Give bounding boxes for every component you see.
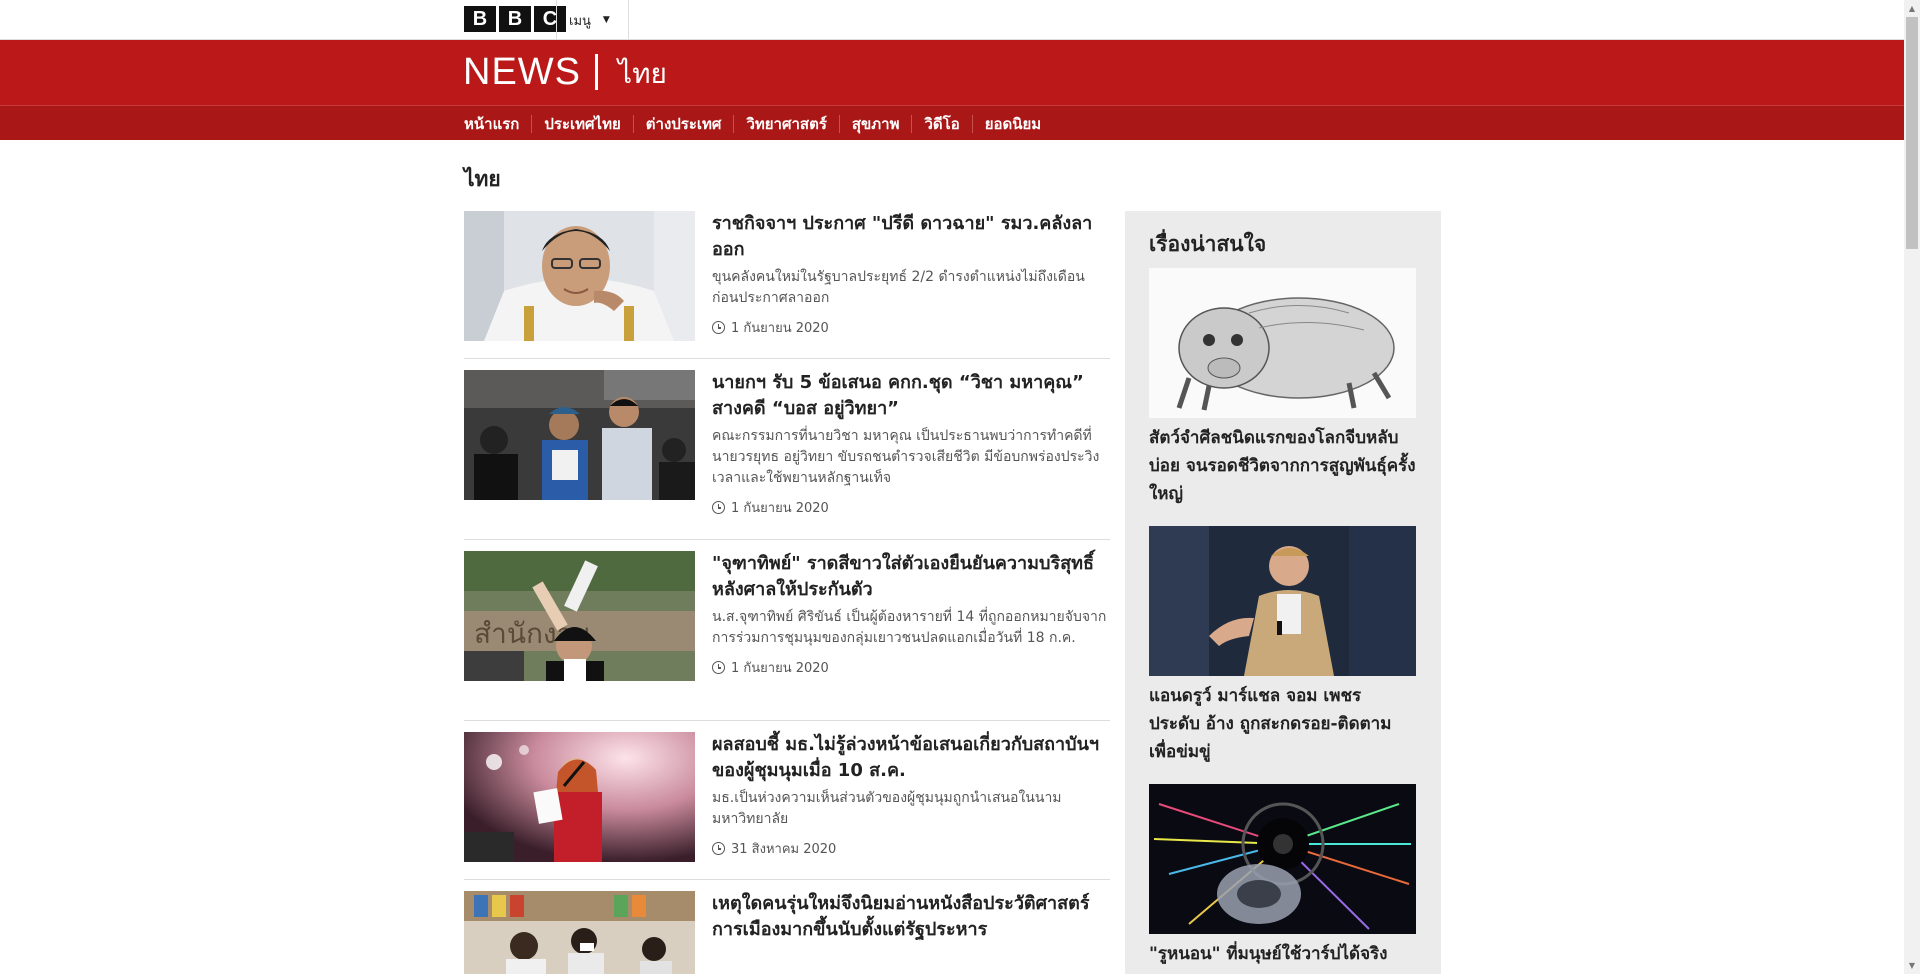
story-item: สำนักงาน "จุฑาทิพย์" ราดสีขาวใส่ตัวเองยื… xyxy=(464,551,1110,721)
scrollbar-thumb[interactable] xyxy=(1906,17,1918,249)
story-date-text: 1 กันยายน 2020 xyxy=(731,321,829,336)
nav-item-home[interactable]: หน้าแรก xyxy=(464,115,531,133)
sidebar-story[interactable]: "รูหนอน" ที่มนุษย์ใช้วาร์ปได้จริง xyxy=(1149,784,1416,968)
story-item: ผลสอบชี้ มธ.ไม่รู้ล่วงหน้าข้อเสนอเกี่ยวก… xyxy=(464,732,1110,880)
caret-down-icon: ▼ xyxy=(602,15,610,25)
clock-icon xyxy=(712,842,725,855)
story-item: เหตุใดคนรุ่นใหม่จึงนิยมอ่านหนังสือประวัต… xyxy=(464,891,1110,974)
scroll-down-arrow-icon[interactable]: ▼ xyxy=(1904,957,1920,974)
news-logo[interactable]: NEWS xyxy=(463,51,581,94)
bbc-logo-letter: B xyxy=(499,6,531,32)
nav-item-world[interactable]: ต่างประเทศ xyxy=(632,114,734,133)
nav-item-thailand[interactable]: ประเทศไทย xyxy=(531,114,632,133)
clock-icon xyxy=(712,501,725,514)
story-headline[interactable]: ผลสอบชี้ มธ.ไม่รู้ล่วงหน้าข้อเสนอเกี่ยวก… xyxy=(712,732,1110,784)
bbc-top-bar: B B C เมนู ▼ xyxy=(0,0,1904,40)
story-summary: ขุนคลังคนใหม่ในรัฐบาลประยุทธ์ 2/2 ดำรงตำ… xyxy=(712,269,1085,306)
nav-item-popular[interactable]: ยอดนิยม xyxy=(971,114,1053,133)
bbc-logo-letter: B xyxy=(464,6,496,32)
sidebar-story[interactable]: สัตว์จำศีลชนิดแรกของโลกจีบหลับบ่อย จนรอด… xyxy=(1149,268,1416,508)
story-item: ราชกิจจาฯ ประกาศ "ปรีดี ดาวฉาย" รมว.คลัง… xyxy=(464,211,1110,359)
story-thumbnail[interactable] xyxy=(464,891,695,974)
story-summary: มธ.เป็นห่วงความเห็นส่วนตัวของผู้ชุมนุมถู… xyxy=(712,790,1062,827)
story-date: 1 กันยายน 2020 xyxy=(712,657,1110,678)
sidebar-story[interactable]: แอนดรูว์ มาร์แชล จอม เพชร ประดับ อ้าง ถู… xyxy=(1149,526,1416,766)
menu-label: เมนู xyxy=(569,13,591,29)
sidebar-story-image xyxy=(1149,268,1416,418)
sidebar-story-image xyxy=(1149,784,1416,934)
nav-item-video[interactable]: วิดีโอ xyxy=(911,114,971,133)
language-name[interactable]: ไทย xyxy=(618,52,667,96)
bbc-logo[interactable]: B B C xyxy=(464,6,566,32)
sidebar-story-headline: สัตว์จำศีลชนิดแรกของโลกจีบหลับบ่อย จนรอด… xyxy=(1149,428,1416,504)
story-item: นายกฯ รับ 5 ข้อเสนอ คกก.ชุด “วิชา มหาคุณ… xyxy=(464,370,1110,540)
sidebar-story-headline: แอนดรูว์ มาร์แชล จอม เพชร ประดับ อ้าง ถู… xyxy=(1149,686,1392,762)
story-date: 1 กันยายน 2020 xyxy=(712,497,1110,518)
story-date: 1 กันยายน 2020 xyxy=(712,317,1110,338)
story-date: 31 สิงหาคม 2020 xyxy=(712,838,1110,859)
story-summary: น.ส.จุฑาทิพย์ ศิริขันธ์ เป็นผู้ต้องหาราย… xyxy=(712,609,1107,646)
logo-divider xyxy=(595,54,598,90)
sidebar-story-headline: "รูหนอน" ที่มนุษย์ใช้วาร์ปได้จริง xyxy=(1149,944,1388,964)
clock-icon xyxy=(712,661,725,674)
story-summary: คณะกรรมการที่นายวิชา มหาคุณ เป็นประธานพบ… xyxy=(712,428,1100,486)
page-title: ไทย xyxy=(464,167,501,191)
vertical-scrollbar[interactable]: ▲ ▼ xyxy=(1904,0,1920,974)
news-header: NEWS ไทย xyxy=(0,40,1904,105)
story-headline[interactable]: ราชกิจจาฯ ประกาศ "ปรีดี ดาวฉาย" รมว.คลัง… xyxy=(712,211,1110,263)
story-headline[interactable]: "จุฑาทิพย์" ราดสีขาวใส่ตัวเองยืนยันความบ… xyxy=(712,551,1110,603)
scroll-up-arrow-icon[interactable]: ▲ xyxy=(1904,0,1920,17)
story-thumbnail[interactable] xyxy=(464,370,695,500)
menu-button[interactable]: เมนู ▼ xyxy=(556,0,629,40)
story-thumbnail[interactable]: สำนักงาน xyxy=(464,551,695,681)
story-date-text: 31 สิงหาคม 2020 xyxy=(731,842,837,857)
nav-item-science[interactable]: วิทยาศาสตร์ xyxy=(733,114,838,133)
section-nav: หน้าแรก ประเทศไทย ต่างประเทศ วิทยาศาสตร์… xyxy=(0,105,1904,140)
clock-icon xyxy=(712,321,725,334)
story-thumbnail[interactable] xyxy=(464,211,695,341)
story-date-text: 1 กันยายน 2020 xyxy=(731,501,829,516)
sidebar-story-image xyxy=(1149,526,1416,676)
story-date-text: 1 กันยายน 2020 xyxy=(731,661,829,676)
story-thumbnail[interactable] xyxy=(464,732,695,862)
story-headline[interactable]: เหตุใดคนรุ่นใหม่จึงนิยมอ่านหนังสือประวัต… xyxy=(712,891,1110,943)
sidebar-title: เรื่องน่าสนใจ xyxy=(1149,232,1267,256)
nav-item-health[interactable]: สุขภาพ xyxy=(838,114,912,133)
story-headline[interactable]: นายกฯ รับ 5 ข้อเสนอ คกก.ชุด “วิชา มหาคุณ… xyxy=(712,370,1110,422)
features-sidebar: เรื่องน่าสนใจ สัตว์จำศีลชนิดแรกของโลกจีบ… xyxy=(1125,211,1441,974)
